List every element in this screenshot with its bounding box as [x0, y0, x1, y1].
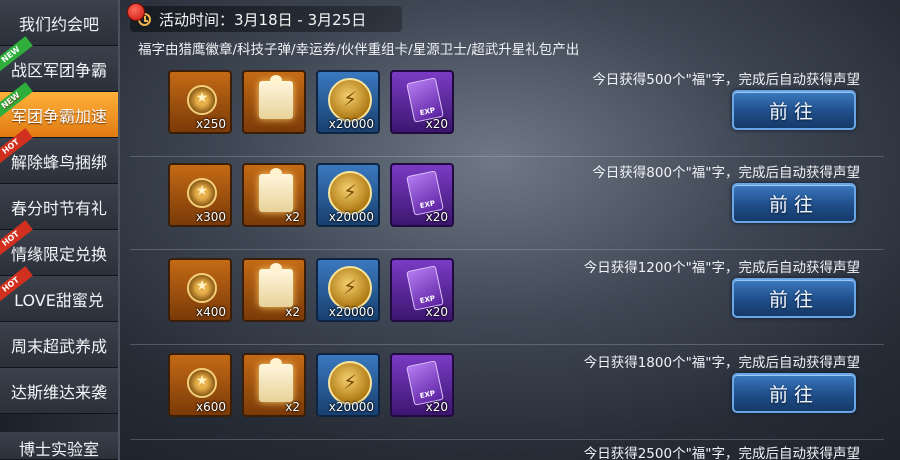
reward-tile[interactable]: EXP x20: [390, 70, 454, 134]
sidebar-item-label: 周末超武养成: [10, 336, 107, 356]
reward-quantity: x20000: [328, 210, 374, 224]
reward-quantity: x2: [285, 400, 300, 414]
sidebar-item-label: 我们约会吧: [18, 14, 99, 34]
sidebar-item-label: LOVE甜蜜兑: [14, 290, 104, 310]
medal-badge-icon: [187, 273, 217, 303]
puzzle-piece-icon: [259, 75, 293, 119]
reward-quantity: x20000: [328, 305, 374, 319]
task-row: 今日获得2500个"福"字，完成后自动获得声望: [130, 440, 884, 460]
go-button[interactable]: 前往: [732, 183, 856, 223]
reward-tile[interactable]: x2: [242, 163, 306, 227]
sidebar-item-dating[interactable]: 我们约会吧: [0, 0, 118, 46]
reward-tile[interactable]: x2: [242, 258, 306, 322]
sidebar-item-label: 达斯维达来袭: [10, 382, 107, 402]
sidebar-item-label: 军团争霸加速: [10, 106, 107, 126]
reward-tile[interactable]: x20000: [316, 258, 380, 322]
task-row: x400 x2 x20000 EXP x20 今日获得1200个"福"字，完成后…: [130, 252, 884, 345]
sidebar-item-legion-war[interactable]: NEW 战区军团争霸: [0, 36, 118, 92]
exp-card-icon: EXP: [406, 77, 444, 123]
task-description: 今日获得1200个"福"字，完成后自动获得声望: [583, 260, 860, 276]
task-row: x250 x20000 EXP x20 今日获得500个"福"字，完成后自动获得…: [130, 64, 884, 157]
reward-tile[interactable]: EXP x20: [390, 258, 454, 322]
reward-tile[interactable]: [242, 70, 306, 134]
task-description: 今日获得500个"福"字，完成后自动获得声望: [592, 72, 860, 88]
gold-coin-icon: [328, 361, 372, 405]
sidebar-item-label: 春分时节有礼: [10, 198, 107, 218]
gold-coin-icon: [328, 266, 372, 310]
reward-quantity: x300: [195, 210, 226, 224]
sidebar-item-label: 战区军团争霸: [10, 60, 107, 80]
notification-dot: [127, 3, 145, 21]
reward-quantity: x20: [425, 210, 448, 224]
reward-quantity: x250: [195, 117, 226, 131]
reward-tile[interactable]: x20000: [316, 70, 380, 134]
reward-tile[interactable]: x2: [242, 353, 306, 417]
reward-quantity: x20: [425, 305, 448, 319]
sidebar-item-weekend-weapon[interactable]: 周末超武养成: [0, 322, 118, 368]
exp-card-icon: EXP: [406, 265, 444, 311]
reward-quantity: x600: [195, 400, 226, 414]
exp-card-icon: EXP: [406, 360, 444, 406]
activity-sidebar: 我们约会吧 NEW 战区军团争霸 NEW 军团争霸加速 HOT 解除蜂鸟捆绑 春…: [0, 0, 120, 460]
reward-quantity: x2: [285, 305, 300, 319]
reward-quantity: x400: [195, 305, 226, 319]
sidebar-item-unbind-hummingbird[interactable]: HOT 解除蜂鸟捆绑: [0, 128, 118, 184]
sidebar-item-lab[interactable]: 博士实验室: [0, 432, 118, 460]
gold-coin-icon: [328, 171, 372, 215]
reward-tile[interactable]: x250: [168, 70, 232, 134]
reward-tile[interactable]: EXP x20: [390, 163, 454, 227]
puzzle-piece-icon: [259, 263, 293, 307]
sidebar-item-legion-speedup[interactable]: NEW 军团争霸加速: [0, 82, 118, 138]
reward-tile[interactable]: EXP x20: [390, 353, 454, 417]
sidebar-item-darth-vader[interactable]: 达斯维达来袭: [0, 368, 118, 414]
puzzle-piece-icon: [259, 358, 293, 402]
reward-quantity: x20000: [328, 117, 374, 131]
sidebar-item-spring-equinox[interactable]: 春分时节有礼: [0, 184, 118, 230]
sidebar-item-label: 情缘限定兑换: [10, 244, 107, 264]
sidebar-item-label: 博士实验室: [18, 440, 99, 459]
reward-tile[interactable]: x400: [168, 258, 232, 322]
reward-quantity: x20: [425, 400, 448, 414]
exp-card-icon: EXP: [406, 170, 444, 216]
event-time-label: 活动时间：3月18日 - 3月25日: [159, 10, 367, 29]
sidebar-item-love-exchange[interactable]: HOT LOVE甜蜜兑: [0, 266, 118, 322]
sidebar-item-limited-exchange[interactable]: HOT 情缘限定兑换: [0, 220, 118, 276]
puzzle-piece-icon: [259, 168, 293, 212]
reward-tile[interactable]: x20000: [316, 353, 380, 417]
reward-quantity: x20: [425, 117, 448, 131]
medal-badge-icon: [187, 178, 217, 208]
medal-badge-icon: [187, 85, 217, 115]
go-button[interactable]: 前往: [732, 373, 856, 413]
task-description: 今日获得2500个"福"字，完成后自动获得声望: [583, 446, 860, 460]
reward-tile[interactable]: x20000: [316, 163, 380, 227]
go-button[interactable]: 前往: [732, 90, 856, 130]
reward-quantity: x20000: [328, 400, 374, 414]
gold-coin-icon: [328, 78, 372, 122]
task-row: x600 x2 x20000 EXP x20 今日获得1800个"福"字，完成后…: [130, 347, 884, 440]
medal-badge-icon: [187, 368, 217, 398]
task-row: x300 x2 x20000 EXP x20 今日获得800个"福"字，完成后自…: [130, 157, 884, 250]
reward-tile[interactable]: x300: [168, 163, 232, 227]
event-time-bar: 活动时间：3月18日 - 3月25日: [130, 6, 402, 32]
task-description: 今日获得1800个"福"字，完成后自动获得声望: [583, 355, 860, 371]
event-description: 福字由猎鹰徽章/科技子弹/幸运券/伙伴重组卡/星源卫士/超武升星礼包产出: [138, 42, 580, 58]
sidebar-item-label: 解除蜂鸟捆绑: [10, 152, 107, 172]
go-button[interactable]: 前往: [732, 278, 856, 318]
reward-quantity: x2: [285, 210, 300, 224]
reward-tile[interactable]: x600: [168, 353, 232, 417]
task-description: 今日获得800个"福"字，完成后自动获得声望: [592, 165, 860, 181]
